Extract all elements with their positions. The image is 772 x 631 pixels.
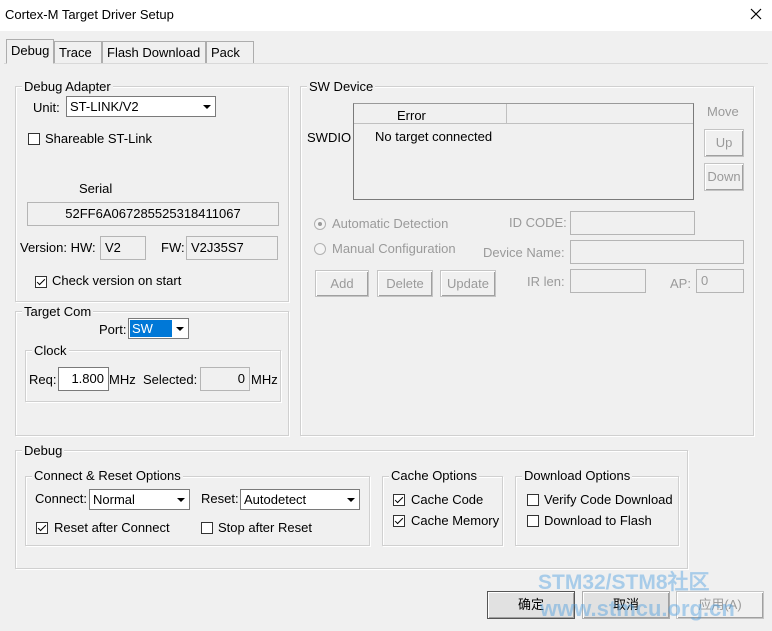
close-icon[interactable]: [746, 4, 766, 24]
connect-combobox[interactable]: Normal: [89, 489, 190, 510]
sw-device-list[interactable]: Error No target connected: [353, 103, 694, 200]
device-name-label: Device Name:: [483, 245, 565, 260]
title-bar: Cortex-M Target Driver Setup: [0, 0, 772, 31]
download-to-flash-checkbox[interactable]: [527, 515, 539, 527]
manual-configuration-radio[interactable]: [314, 243, 326, 255]
id-code-label: ID CODE:: [509, 215, 567, 230]
tab-pack[interactable]: Pack: [206, 41, 254, 63]
shareable-checkbox[interactable]: [28, 133, 40, 145]
chevron-down-icon: [199, 98, 214, 115]
move-up-button[interactable]: Up: [704, 129, 744, 157]
chevron-down-icon: [172, 320, 187, 337]
watermark-line-1: STM32/STM8社区: [538, 571, 710, 594]
reset-after-connect-label: Reset after Connect: [54, 520, 170, 535]
automatic-detection-radio[interactable]: [314, 218, 326, 230]
chevron-down-icon: [173, 491, 188, 508]
reset-label: Reset:: [201, 491, 239, 506]
list-header-blank: [507, 104, 693, 124]
selected-unit: MHz: [251, 372, 278, 387]
cache-code-checkbox[interactable]: [393, 494, 405, 506]
req-label: Req:: [29, 372, 57, 387]
cache-options-group: [382, 476, 503, 546]
tab-trace[interactable]: Trace: [54, 41, 102, 63]
stop-after-reset-label: Stop after Reset: [218, 520, 312, 535]
window-title: Cortex-M Target Driver Setup: [5, 7, 174, 22]
tab-debug[interactable]: Debug: [6, 39, 54, 64]
list-header-cell[interactable]: Error: [354, 104, 507, 124]
chevron-down-icon: [343, 491, 358, 508]
sw-device-legend: SW Device: [307, 79, 376, 94]
stop-after-reset-checkbox[interactable]: [201, 522, 213, 534]
swdio-label: SWDIO: [307, 130, 352, 145]
connect-reset-group: [25, 476, 370, 546]
verify-code-label: Verify Code Download: [544, 492, 673, 507]
download-to-flash-label: Download to Flash: [544, 513, 652, 528]
delete-button[interactable]: Delete: [377, 270, 433, 297]
debug-adapter-group: [15, 86, 289, 302]
id-code-field: [570, 211, 695, 235]
selected-field: 0: [200, 367, 250, 391]
error-column-header: Error: [397, 108, 426, 123]
connect-value: Normal: [93, 492, 135, 507]
version-hw-label: Version: HW:: [20, 240, 96, 255]
reset-value: Autodetect: [244, 492, 307, 507]
cache-options-legend: Cache Options: [389, 468, 479, 483]
shareable-label: Shareable ST-Link: [45, 131, 152, 146]
automatic-detection-label: Automatic Detection: [332, 216, 449, 231]
tab-flash-download[interactable]: Flash Download: [102, 41, 206, 63]
ap-field: 0: [696, 269, 744, 293]
hw-version-field: V2: [100, 236, 146, 260]
unit-value: ST-LINK/V2: [70, 99, 139, 114]
verify-code-checkbox[interactable]: [527, 494, 539, 506]
check-version-checkbox[interactable]: [35, 276, 47, 288]
req-unit: MHz: [109, 372, 136, 387]
download-options-group: [515, 476, 679, 546]
check-version-label: Check version on start: [52, 273, 182, 288]
list-row-text: No target connected: [375, 129, 493, 144]
reset-combobox[interactable]: Autodetect: [240, 489, 360, 510]
cache-memory-label: Cache Memory: [411, 513, 500, 528]
watermark-line-2: www.stmcu.org.cn: [540, 596, 735, 621]
connect-label: Connect:: [35, 491, 88, 506]
selected-label: Selected:: [143, 372, 198, 387]
clock-legend: Clock: [32, 343, 69, 358]
fw-version-field: V2J35S7: [186, 236, 278, 260]
port-value: SW: [130, 320, 172, 337]
ir-len-field: [570, 269, 646, 293]
unit-label: Unit:: [33, 100, 60, 115]
download-options-legend: Download Options: [522, 468, 633, 483]
reset-after-connect-checkbox[interactable]: [36, 522, 48, 534]
ir-len-label: IR len:: [527, 274, 565, 289]
update-button[interactable]: Update: [440, 270, 496, 297]
manual-configuration-label: Manual Configuration: [332, 241, 456, 256]
serial-field: 52FF6A067285525318411067: [27, 202, 279, 226]
port-combobox[interactable]: SW: [128, 318, 189, 339]
move-down-button[interactable]: Down: [704, 163, 744, 191]
tab-strip-border: [4, 63, 768, 64]
ap-label: AP:: [670, 276, 691, 291]
connect-reset-legend: Connect & Reset Options: [32, 468, 183, 483]
target-com-legend: Target Com: [22, 304, 94, 319]
unit-combobox[interactable]: ST-LINK/V2: [66, 96, 216, 117]
fw-label: FW:: [161, 240, 185, 255]
port-label: Port:: [99, 322, 127, 337]
move-label: Move: [707, 104, 739, 119]
cache-code-label: Cache Code: [411, 492, 484, 507]
debug-adapter-legend: Debug Adapter: [22, 79, 113, 94]
req-input[interactable]: 1.800: [58, 367, 109, 391]
add-button[interactable]: Add: [315, 270, 369, 297]
debug-options-legend: Debug: [22, 443, 65, 458]
cache-memory-checkbox[interactable]: [393, 515, 405, 527]
serial-label: Serial: [79, 181, 113, 196]
device-name-field: [570, 240, 744, 264]
